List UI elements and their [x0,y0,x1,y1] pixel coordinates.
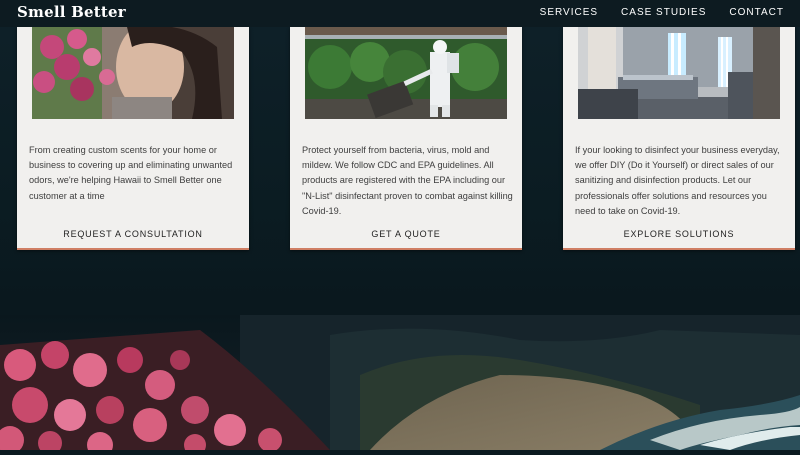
card-description: If your looking to disinfect your busine… [575,145,780,216]
service-card-fragrance: From creating custom scents for your hom… [17,27,249,250]
card-description: Protect yourself from bacteria, virus, m… [302,145,513,216]
worker-spraying-disinfectant-image [305,27,507,119]
request-consultation-link[interactable]: REQUEST A CONSULTATION [17,229,249,239]
flowers-and-coastline-banner [0,315,800,455]
explore-solutions-link[interactable]: EXPLORE SOLUTIONS [563,229,795,239]
nav-link-contact[interactable]: CONTACT [729,7,784,18]
nav-link-services[interactable]: SERVICES [540,7,598,18]
uv-disinfection-room-image [578,27,780,119]
card-description: From creating custom scents for your hom… [29,145,233,201]
nav-menu: SERVICES CASE STUDIES CONTACT [517,7,784,18]
woman-smelling-flowers-image [32,27,234,119]
top-navbar: Smell Better SERVICES CASE STUDIES CONTA… [0,0,800,27]
get-a-quote-link[interactable]: GET A QUOTE [290,229,522,239]
site-logo[interactable]: Smell Better [17,3,126,21]
service-card-disinfection: Protect yourself from bacteria, virus, m… [290,27,522,250]
service-card-solutions: If your looking to disinfect your busine… [563,27,795,250]
nav-link-case-studies[interactable]: CASE STUDIES [621,7,706,18]
